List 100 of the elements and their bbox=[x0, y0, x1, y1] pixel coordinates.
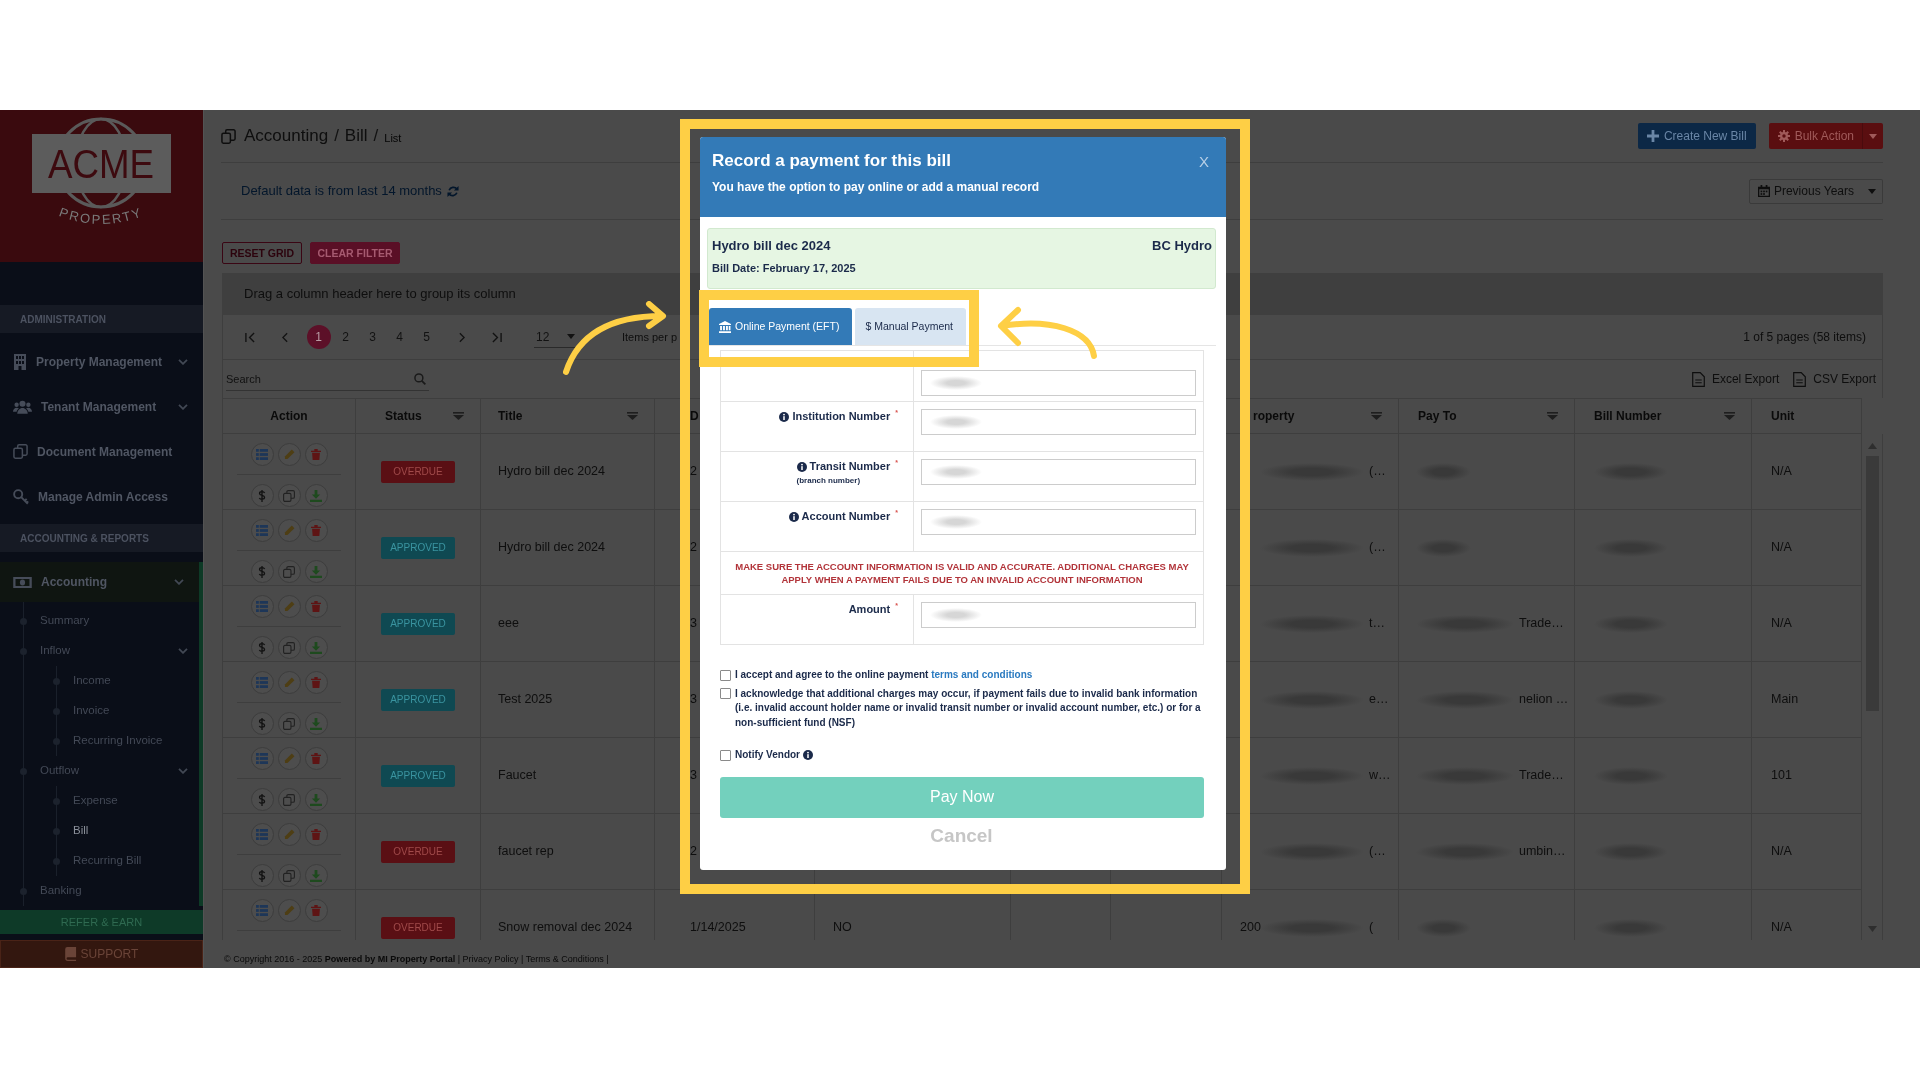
sidebar-item[interactable]: Recurring Bill bbox=[57, 846, 199, 876]
breadcrumb-item[interactable]: Accounting bbox=[244, 123, 329, 149]
period-dropdown[interactable]: Previous Years bbox=[1748, 178, 1863, 204]
delete-button[interactable] bbox=[304, 747, 328, 770]
download-button[interactable] bbox=[304, 864, 328, 887]
checkbox[interactable] bbox=[720, 749, 731, 761]
payment-button[interactable] bbox=[250, 864, 274, 887]
edit-button[interactable] bbox=[277, 899, 301, 922]
duplicate-button[interactable] bbox=[277, 788, 301, 811]
sidebar-item[interactable]: Banking bbox=[24, 876, 199, 906]
delete-button[interactable] bbox=[304, 823, 328, 846]
view-button[interactable] bbox=[250, 899, 274, 922]
payment-button[interactable] bbox=[250, 712, 274, 735]
column-header[interactable]: Action bbox=[270, 407, 308, 425]
sidebar-item[interactable]: Accounting bbox=[0, 562, 199, 602]
sidebar-item[interactable]: Expense bbox=[57, 786, 199, 816]
clear-filter-button[interactable]: CLEAR FILTER bbox=[310, 242, 400, 264]
payment-button[interactable] bbox=[250, 560, 274, 583]
delete-button[interactable] bbox=[304, 671, 328, 694]
checkbox[interactable] bbox=[720, 669, 731, 681]
sidebar-item[interactable]: Document Management bbox=[0, 429, 203, 474]
sidebar-item[interactable]: Outflow bbox=[24, 756, 199, 786]
sidebar-item[interactable]: Manage Admin Access bbox=[0, 474, 203, 519]
column-header[interactable]: Pay To bbox=[1418, 407, 1457, 425]
duplicate-button[interactable] bbox=[277, 484, 301, 507]
download-button[interactable] bbox=[304, 712, 328, 735]
input-field[interactable] bbox=[921, 409, 1196, 435]
payment-button[interactable] bbox=[250, 788, 274, 811]
sidebar-item[interactable]: Income bbox=[57, 666, 199, 696]
view-button[interactable] bbox=[250, 671, 274, 694]
view-button[interactable] bbox=[250, 747, 274, 770]
dollar-icon bbox=[258, 717, 266, 730]
page-button[interactable]: 2 bbox=[333, 325, 358, 349]
edit-button[interactable] bbox=[277, 823, 301, 846]
breadcrumb-item[interactable]: Bill bbox=[344, 123, 368, 149]
edit-button[interactable] bbox=[277, 443, 301, 466]
bulk-action-button[interactable]: Bulk Action bbox=[1768, 123, 1863, 149]
duplicate-button[interactable] bbox=[277, 712, 301, 735]
filter-icon[interactable] bbox=[1547, 412, 1558, 420]
payment-button[interactable] bbox=[250, 636, 274, 659]
edit-button[interactable] bbox=[277, 747, 301, 770]
tab[interactable]: Online Payment (EFT) bbox=[709, 308, 853, 345]
column-header[interactable]: Bill Number bbox=[1594, 407, 1662, 425]
filter-icon[interactable] bbox=[1371, 412, 1382, 420]
refresh-icon[interactable] bbox=[446, 184, 459, 198]
column-header[interactable]: D bbox=[690, 407, 699, 425]
input-field[interactable] bbox=[921, 459, 1196, 485]
create-bill-button[interactable]: Create New Bill bbox=[1637, 123, 1756, 149]
checkbox[interactable] bbox=[720, 688, 731, 699]
cancel-button[interactable]: Cancel bbox=[922, 817, 1001, 854]
column-header[interactable]: Title bbox=[498, 407, 523, 425]
excel-export-button[interactable]: Excel Export bbox=[1691, 371, 1780, 387]
download-button[interactable] bbox=[304, 484, 328, 507]
page-button[interactable]: 5 bbox=[414, 325, 439, 349]
sidebar-item[interactable]: Inflow bbox=[24, 636, 199, 666]
sidebar-item[interactable]: Recurring Invoice bbox=[57, 726, 199, 756]
page-button[interactable]: 3 bbox=[360, 325, 385, 349]
reset-grid-button[interactable]: RESET GRID bbox=[222, 242, 302, 264]
sidebar-item[interactable]: Property Management bbox=[0, 339, 203, 384]
delete-button[interactable] bbox=[304, 443, 328, 466]
view-button[interactable] bbox=[250, 443, 274, 466]
tab[interactable]: $ Manual Payment bbox=[855, 308, 966, 345]
view-button[interactable] bbox=[250, 595, 274, 618]
column-header[interactable]: Status bbox=[385, 407, 422, 425]
input-field[interactable] bbox=[921, 602, 1196, 628]
dropdown-toggle-button[interactable] bbox=[1862, 123, 1883, 149]
column-header[interactable]: Unit bbox=[1771, 407, 1795, 425]
filter-icon[interactable] bbox=[627, 412, 638, 420]
filter-icon[interactable] bbox=[1724, 412, 1735, 420]
csv-export-button[interactable]: CSV Export bbox=[1793, 371, 1876, 387]
download-button[interactable] bbox=[304, 636, 328, 659]
sidebar-item[interactable]: Invoice bbox=[57, 696, 199, 726]
delete-button[interactable] bbox=[304, 595, 328, 618]
delete-button[interactable] bbox=[304, 519, 328, 542]
terms-link[interactable]: terms and conditions bbox=[931, 669, 1033, 680]
view-button[interactable] bbox=[250, 823, 274, 846]
dropdown-toggle-button[interactable] bbox=[1862, 178, 1883, 204]
column-header[interactable]: roperty bbox=[1253, 407, 1295, 425]
duplicate-button[interactable] bbox=[277, 560, 301, 583]
page-size-select[interactable]: 12 bbox=[534, 326, 577, 348]
delete-button[interactable] bbox=[304, 899, 328, 922]
edit-button[interactable] bbox=[277, 671, 301, 694]
page-button[interactable]: 4 bbox=[387, 325, 412, 349]
input-field[interactable] bbox=[921, 370, 1196, 396]
duplicate-button[interactable] bbox=[277, 864, 301, 887]
edit-button[interactable] bbox=[277, 595, 301, 618]
pay-now-button[interactable]: Pay Now bbox=[720, 776, 1204, 818]
sidebar-item[interactable]: Summary bbox=[24, 606, 199, 636]
payment-button[interactable] bbox=[250, 484, 274, 507]
page-button[interactable]: 1 bbox=[306, 325, 331, 349]
download-button[interactable] bbox=[304, 560, 328, 583]
edit-button[interactable] bbox=[277, 519, 301, 542]
sidebar-item[interactable]: Tenant Management bbox=[0, 384, 203, 429]
duplicate-button[interactable] bbox=[277, 636, 301, 659]
sidebar-item[interactable]: Bill bbox=[57, 816, 199, 846]
download-button[interactable] bbox=[304, 788, 328, 811]
filter-icon[interactable] bbox=[453, 412, 464, 420]
close-button[interactable]: X bbox=[1193, 153, 1215, 171]
view-button[interactable] bbox=[250, 519, 274, 542]
input-field[interactable] bbox=[921, 509, 1196, 535]
